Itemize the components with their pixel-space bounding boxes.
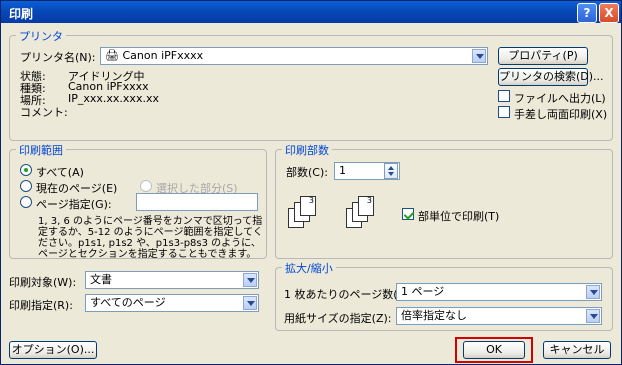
collate-checkbox[interactable]: [402, 208, 414, 220]
help-button[interactable]: ?: [577, 3, 597, 23]
print-what-select[interactable]: 文書: [85, 271, 259, 289]
pages-per-sheet-label: 1 枚あたりのページ数(H):: [284, 288, 414, 301]
print-dialog: 印刷 ? X プリンタ プリンタ名(N): 🖨 Canon iPFxxxx プロ…: [0, 0, 622, 365]
collate-illustration: 1 2 3 1 2 3: [288, 194, 398, 238]
title-bar: 印刷 ? X: [1, 1, 621, 23]
window-title: 印刷: [9, 7, 34, 21]
manual-duplex-label: 手差し両面印刷(X): [514, 108, 608, 121]
range-current-radio[interactable]: [20, 180, 32, 192]
pages-per-sheet-select[interactable]: 1 ページ: [396, 283, 602, 301]
print-range-legend: 印刷範囲: [16, 142, 66, 158]
range-help-line: 1, 3, 6 のようにページ番号をカンマで区切って指: [38, 216, 263, 227]
range-help-note: 1, 3, 6 のようにページ番号をカンマで区切って指 定するか、5-12 のよ…: [38, 216, 278, 260]
printer-group: プリンタ プリンタ名(N): 🖨 Canon iPFxxxx プロパティ(P) …: [9, 28, 613, 141]
copies-legend: 印刷部数: [282, 142, 332, 158]
chevron-down-icon: [243, 296, 257, 310]
where-value: IP_xxx.xx.xxx.xx: [68, 92, 159, 105]
chevron-down-icon: [472, 49, 486, 63]
pages-per-sheet-value: 1 ページ: [401, 285, 445, 298]
print-what-value: 文書: [90, 273, 112, 286]
chevron-down-icon: [586, 309, 600, 323]
collate-label: 部単位で印刷(T): [418, 210, 500, 223]
scale-value: 倍率指定なし: [401, 309, 467, 322]
printer-name-value: Canon iPFxxxx: [122, 49, 204, 62]
range-selection-radio[interactable]: [140, 180, 152, 192]
print-spec-value: すべてのページ: [90, 296, 166, 309]
range-help-line: ページとセクションを指定することもできます。: [38, 249, 257, 260]
page-icon: 3: [358, 196, 374, 216]
copies-group: 印刷部数 部数(C): 1 1 2 3 1 2 3 部単位で印刷(T): [275, 142, 613, 259]
range-pages-radio[interactable]: [20, 196, 32, 208]
printer-legend: プリンタ: [16, 28, 66, 44]
range-all-radio[interactable]: [20, 164, 32, 176]
printer-name-label: プリンタ名(N):: [20, 51, 96, 64]
comment-label: コメント:: [20, 106, 68, 119]
range-help-line: 定するか、5-12 のようにページ範囲を指定してく: [38, 227, 263, 238]
print-spec-label: 印刷指定(R):: [9, 299, 73, 312]
range-current-label: 現在のページ(E): [36, 182, 118, 195]
print-to-file-checkbox[interactable]: [498, 90, 510, 102]
chevron-down-icon: [586, 285, 600, 299]
printer-name-select[interactable]: 🖨 Canon iPFxxxx: [100, 47, 488, 65]
print-to-file-label: ファイルへ出力(L): [514, 92, 606, 105]
properties-button[interactable]: プロパティ(P): [498, 47, 588, 65]
print-spec-select[interactable]: すべてのページ: [85, 294, 259, 312]
copies-spinner[interactable]: [384, 163, 398, 179]
printer-icon: 🖨: [105, 49, 119, 62]
find-printer-button[interactable]: プリンタの検索(D)...: [498, 68, 604, 86]
page-icon: 3: [300, 196, 316, 216]
chevron-down-icon: [243, 273, 257, 287]
range-pages-input[interactable]: [136, 193, 258, 211]
cancel-button[interactable]: キャンセル: [543, 341, 611, 359]
manual-duplex-checkbox[interactable]: [498, 106, 510, 118]
range-all-label: すべて(A): [36, 166, 84, 179]
scale-select[interactable]: 倍率指定なし: [396, 307, 602, 325]
options-button[interactable]: オプション(O)...: [9, 341, 97, 359]
scale-label: 用紙サイズの指定(Z):: [284, 312, 392, 325]
ok-button[interactable]: OK: [463, 341, 525, 359]
range-pages-label: ページ指定(G):: [36, 198, 112, 211]
copies-label: 部数(C):: [286, 166, 328, 179]
zoom-group: 拡大/縮小 1 枚あたりのページ数(H): 1 ページ 用紙サイズの指定(Z):…: [275, 260, 613, 331]
print-range-group: 印刷範囲 すべて(A) 現在のページ(E) 選択した部分(S) ページ指定(G)…: [9, 142, 267, 260]
zoom-legend: 拡大/縮小: [282, 260, 336, 276]
close-button[interactable]: X: [599, 3, 619, 23]
copies-value: 1: [339, 164, 346, 177]
print-what-label: 印刷対象(W):: [9, 276, 77, 289]
range-help-line: ださい。p1s1, p1s2 や、p1s3-p8s3 のように、: [38, 238, 261, 249]
